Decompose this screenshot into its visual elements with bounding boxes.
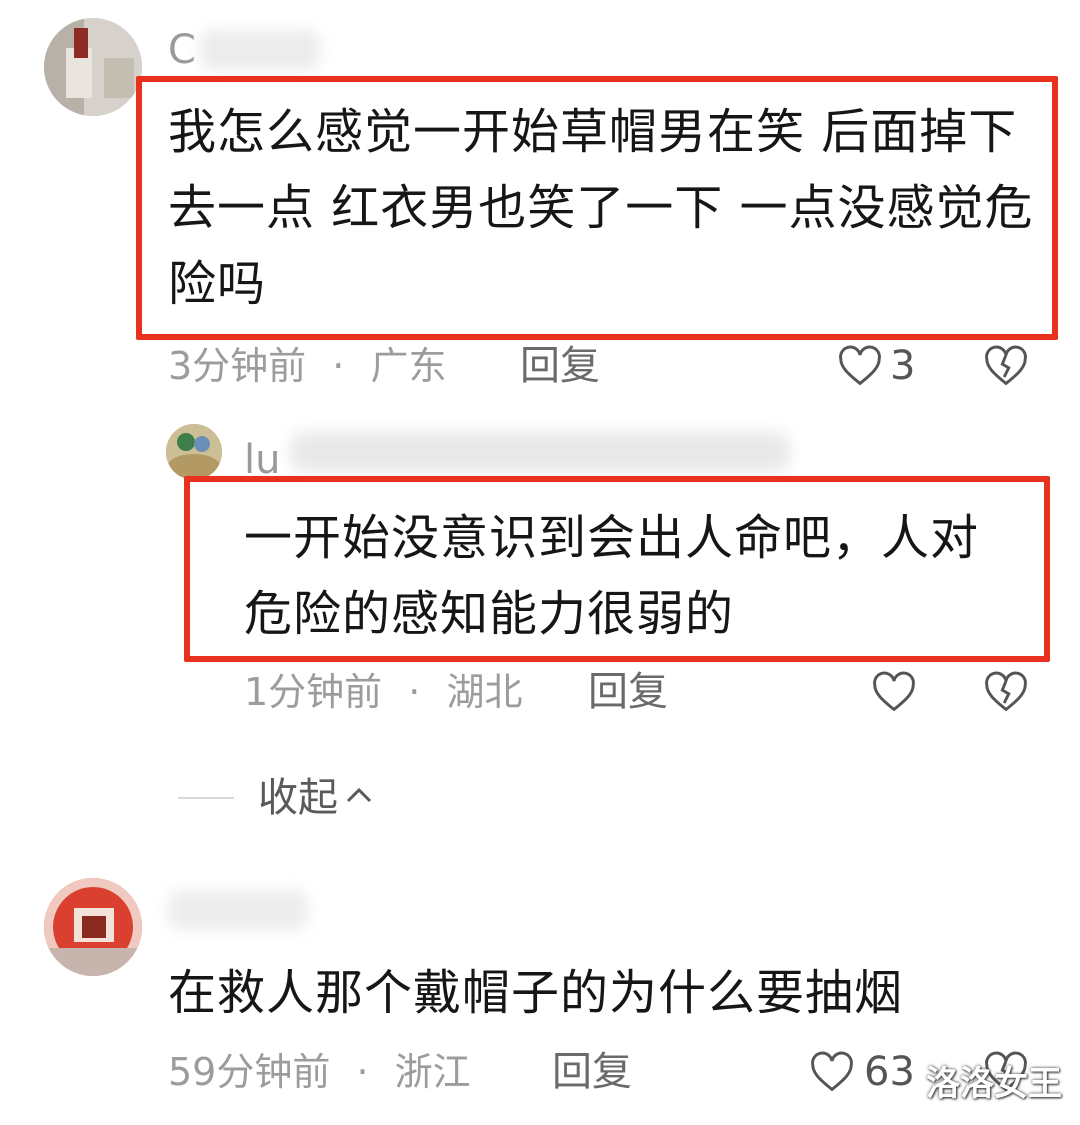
like-count: 63 <box>864 1049 915 1095</box>
like-count: 3 <box>890 343 916 389</box>
like-button[interactable]: 3 <box>838 345 915 387</box>
collapse-divider <box>178 797 234 799</box>
highlight-box <box>136 76 1058 340</box>
comment-meta: 1分钟前 · 湖北 <box>244 672 522 712</box>
avatar[interactable] <box>166 424 222 480</box>
reply-button[interactable]: 回复 <box>552 1052 632 1092</box>
location: 湖北 <box>446 670 523 714</box>
location: 浙江 <box>394 1050 471 1094</box>
heart-icon <box>810 1051 854 1093</box>
separator: · <box>332 344 345 388</box>
timestamp: 3分钟前 <box>168 344 307 388</box>
location: 广东 <box>370 344 447 388</box>
username[interactable]: C <box>168 30 196 70</box>
collapse-button[interactable]: 收起 <box>258 776 374 820</box>
separator: · <box>408 670 421 714</box>
username-redaction <box>168 890 308 930</box>
broken-heart-icon <box>984 345 1028 391</box>
comment-meta: 59分钟前 · 浙江 <box>168 1052 471 1092</box>
highlight-box <box>184 476 1050 662</box>
heart-icon <box>872 671 916 713</box>
dislike-button[interactable] <box>984 345 1028 391</box>
username[interactable]: lu <box>244 440 280 480</box>
separator: · <box>356 1050 369 1094</box>
avatar[interactable] <box>44 878 142 976</box>
timestamp: 1分钟前 <box>244 670 383 714</box>
collapse-label: 收起 <box>258 775 338 821</box>
avatar[interactable] <box>44 18 142 116</box>
broken-heart-icon <box>984 671 1028 717</box>
username-redaction <box>290 432 790 472</box>
watermark: 洛洛女王 <box>926 1064 1062 1104</box>
comment-meta: 3分钟前 · 广东 <box>168 346 446 386</box>
chevron-up-icon <box>344 776 374 820</box>
dislike-button[interactable] <box>984 671 1028 717</box>
timestamp: 59分钟前 <box>168 1050 331 1094</box>
like-button[interactable] <box>872 671 916 713</box>
like-button[interactable]: 63 <box>810 1051 915 1093</box>
reply-button[interactable]: 回复 <box>588 672 668 712</box>
heart-icon <box>838 345 882 387</box>
comment-text: 在救人那个戴帽子的为什么要抽烟 <box>168 965 904 1021</box>
username-redaction <box>200 30 320 70</box>
reply-button[interactable]: 回复 <box>520 346 600 386</box>
